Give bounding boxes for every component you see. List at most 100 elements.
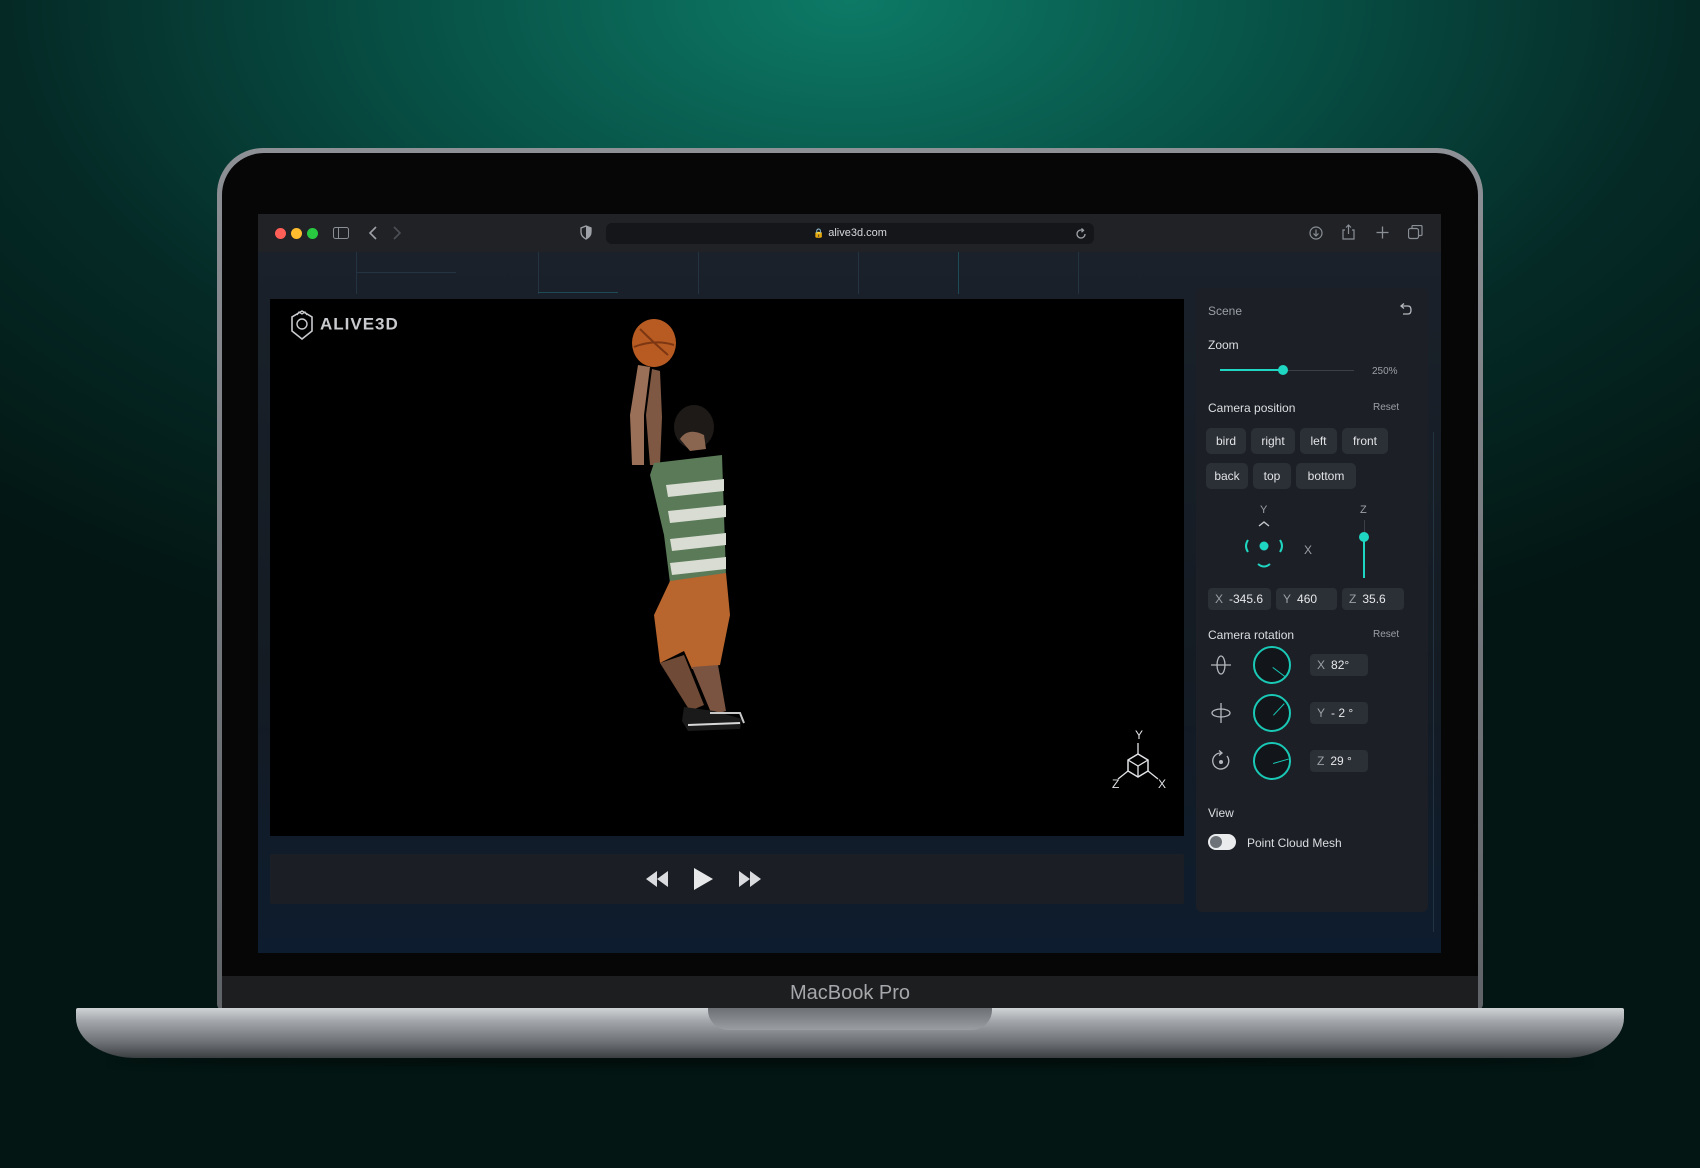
- zoom-label: Zoom: [1208, 338, 1239, 352]
- play-icon[interactable]: [692, 867, 714, 891]
- rotation-y-axis: Y: [1317, 706, 1326, 720]
- rotation-z-dial[interactable]: [1253, 742, 1291, 780]
- view-label: View: [1208, 806, 1234, 820]
- lion-crest-icon: [291, 310, 313, 341]
- camera-position-label: Camera position: [1208, 401, 1296, 415]
- rotate-z-icon: [1212, 750, 1230, 770]
- download-icon[interactable]: [1309, 226, 1323, 240]
- rotation-x-dial[interactable]: [1253, 646, 1291, 684]
- position-x-axis: X: [1215, 592, 1224, 606]
- decor-line: [538, 292, 618, 293]
- rotation-x-axis: X: [1317, 658, 1326, 672]
- url-text: 🔒 alive3d.com: [606, 223, 1094, 244]
- share-icon[interactable]: [1342, 224, 1355, 240]
- camera-position-reset[interactable]: Reset: [1373, 402, 1399, 413]
- rotation-z-field[interactable]: Z 29 °: [1310, 750, 1368, 772]
- gizmo-y-label: Y: [1135, 728, 1143, 742]
- minimize-window-button[interactable]: [291, 228, 302, 239]
- rotation-y-value: - 2 °: [1331, 706, 1354, 720]
- decor-line: [1433, 432, 1434, 932]
- camera-rotation-label: Camera rotation: [1208, 628, 1295, 642]
- rotation-z-axis: Z: [1317, 754, 1325, 768]
- point-cloud-mesh-toggle[interactable]: [1208, 834, 1236, 850]
- zoom-value: 250%: [1372, 366, 1398, 377]
- preset-left-button[interactable]: left: [1300, 428, 1337, 454]
- sidebar-icon[interactable]: [333, 227, 349, 239]
- preset-back-button[interactable]: back: [1206, 463, 1248, 489]
- zoom-slider[interactable]: [1220, 365, 1354, 375]
- position-y-value: 460: [1297, 592, 1318, 606]
- rotation-x-field[interactable]: X 82°: [1310, 654, 1368, 676]
- camera-rotation-reset[interactable]: Reset: [1373, 629, 1399, 640]
- position-y-field[interactable]: Y 460: [1276, 588, 1337, 610]
- z-slider-fill: [1363, 537, 1365, 578]
- position-y-axis: Y: [1283, 592, 1292, 606]
- web-page: ALIVE3D Y Z X Scene Zoom 250% Camera pos…: [258, 252, 1441, 953]
- rotate-y-icon: [1211, 703, 1231, 723]
- preset-right-button[interactable]: right: [1251, 428, 1295, 454]
- decor-line: [958, 252, 959, 294]
- zoom-slider-thumb[interactable]: [1277, 365, 1288, 375]
- laptop-screen: 🔒 alive3d.com ALIVE3D Y Z X Scene Zoom 2…: [258, 214, 1441, 953]
- decor-line: [858, 252, 859, 294]
- laptop-model-label: MacBook Pro: [789, 982, 911, 1004]
- dpad-y-label: Y: [1260, 504, 1268, 516]
- rotation-z-value: 29 °: [1330, 754, 1352, 768]
- back-icon[interactable]: [368, 226, 378, 240]
- zoom-slider-fill: [1220, 369, 1283, 371]
- dpad-x-label: X: [1304, 543, 1313, 557]
- position-dpad[interactable]: [1236, 518, 1296, 578]
- preset-bottom-button[interactable]: bottom: [1296, 463, 1356, 489]
- close-window-button[interactable]: [275, 228, 286, 239]
- rotation-y-dial-hand: [1273, 703, 1285, 716]
- address-bar[interactable]: 🔒 alive3d.com: [606, 223, 1094, 244]
- preset-bird-button[interactable]: bird: [1206, 428, 1246, 454]
- axis-gizmo[interactable]: Y Z X: [1092, 727, 1168, 789]
- position-x-field[interactable]: X -345.6: [1208, 588, 1271, 610]
- shield-icon[interactable]: [580, 225, 592, 240]
- alive3d-logo: ALIVE3D: [290, 310, 399, 341]
- fast-forward-icon[interactable]: [738, 870, 762, 888]
- preset-front-button[interactable]: front: [1342, 428, 1388, 454]
- undo-icon[interactable]: [1398, 303, 1412, 316]
- point-cloud-mesh-label: Point Cloud Mesh: [1247, 836, 1342, 850]
- laptop-notch: [708, 1008, 992, 1030]
- rotation-y-dial[interactable]: [1253, 694, 1291, 732]
- reload-icon[interactable]: [1075, 228, 1087, 240]
- z-slider[interactable]: [1359, 520, 1369, 578]
- rotation-z-dial-hand: [1273, 758, 1289, 764]
- scene-panel: Scene Zoom 250% Camera position Reset bi…: [1196, 288, 1428, 912]
- url-label: alive3d.com: [828, 227, 887, 239]
- position-z-value: 35.6: [1362, 592, 1386, 606]
- position-z-axis: Z: [1349, 592, 1357, 606]
- z-slider-label: Z: [1360, 504, 1367, 516]
- zoom-window-button[interactable]: [307, 228, 318, 239]
- rotate-x-icon: [1211, 655, 1231, 675]
- rewind-icon[interactable]: [645, 870, 669, 888]
- forward-icon[interactable]: [392, 226, 402, 240]
- position-z-field[interactable]: Z 35.6: [1342, 588, 1404, 610]
- rotation-x-value: 82°: [1331, 658, 1350, 672]
- z-slider-thumb[interactable]: [1359, 532, 1369, 543]
- decor-line: [356, 272, 456, 273]
- preset-top-button[interactable]: top: [1253, 463, 1291, 489]
- scene-label: Scene: [1208, 304, 1243, 318]
- tabs-icon[interactable]: [1408, 225, 1423, 240]
- toggle-knob: [1210, 836, 1222, 848]
- playback-bar: [270, 854, 1184, 904]
- gizmo-z-label: Z: [1112, 777, 1119, 789]
- lock-icon: 🔒: [813, 228, 825, 238]
- point-cloud-player: [630, 319, 745, 731]
- decor-line: [698, 252, 699, 294]
- rotation-x-dial-hand: [1272, 667, 1286, 678]
- decor-line: [1078, 252, 1079, 294]
- logo-text: ALIVE3D: [320, 314, 399, 334]
- decor-line: [538, 252, 539, 294]
- gizmo-x-label: X: [1158, 777, 1166, 789]
- decor-line: [356, 252, 357, 294]
- position-x-value: -345.6: [1229, 592, 1264, 606]
- new-tab-icon[interactable]: [1376, 226, 1389, 239]
- 3d-viewport[interactable]: ALIVE3D Y Z X: [270, 299, 1184, 836]
- browser-toolbar: 🔒 alive3d.com: [258, 214, 1441, 253]
- rotation-y-field[interactable]: Y - 2 °: [1310, 702, 1368, 724]
